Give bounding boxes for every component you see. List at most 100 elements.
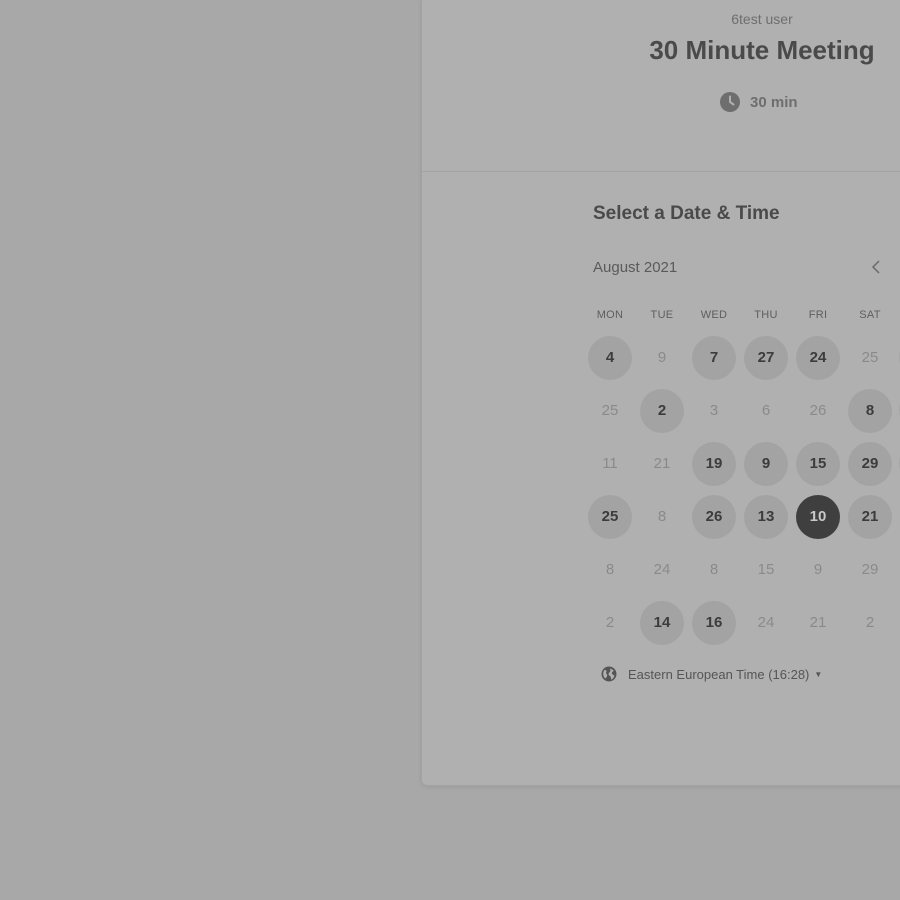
- day-number: 6: [761, 402, 771, 419]
- unavailable-day: 2: [844, 596, 896, 649]
- unavailable-day: 3: [688, 384, 740, 437]
- unavailable-day: 21: [792, 596, 844, 649]
- unavailable-day: 15: [740, 543, 792, 596]
- calendar-week: 8 24 8 15 9 29: [584, 543, 896, 596]
- unavailable-day: 11: [584, 437, 636, 490]
- unavailable-day: 29: [844, 543, 896, 596]
- unavailable-day: 21: [636, 437, 688, 490]
- clock-icon: [720, 92, 740, 112]
- timezone-selector[interactable]: Eastern European Time (16:28) ▼: [601, 664, 822, 684]
- calendar-week: 25 8 26 13 10 21: [584, 490, 896, 543]
- day-number: 9: [744, 441, 788, 486]
- unavailable-day: 6: [740, 384, 792, 437]
- calendar-grid: 4 9 7 27 24 25 25 2 3 6 26 8 11 21 19 9 15 29 25 8 26 13 10 21 8…: [584, 331, 900, 649]
- day-number: 26: [692, 494, 736, 539]
- day-number: 7: [692, 335, 736, 380]
- weekday-tue: TUE: [650, 309, 674, 321]
- day-number: 24: [757, 614, 775, 631]
- available-day[interactable]: 8: [844, 384, 896, 437]
- weekday-sat: SAT: [859, 309, 881, 321]
- current-month: August 2021: [593, 259, 678, 276]
- available-day[interactable]: 24: [792, 331, 844, 384]
- day-number: 24: [653, 561, 671, 578]
- day-number: 9: [657, 349, 667, 366]
- unavailable-day: 8: [584, 543, 636, 596]
- available-day[interactable]: 27: [740, 331, 792, 384]
- day-number: 13: [744, 494, 788, 539]
- duration-label: 30 min: [750, 93, 798, 111]
- calendar-week: 4 9 7 27 24 25: [584, 331, 900, 384]
- available-day[interactable]: 4: [584, 331, 636, 384]
- day-number: 19: [692, 441, 736, 486]
- host-name: 6test user: [731, 11, 793, 27]
- globe-icon: [601, 666, 617, 682]
- available-day[interactable]: 16: [688, 596, 740, 649]
- day-number: 8: [605, 561, 615, 578]
- day-number: 21: [848, 494, 892, 539]
- available-day[interactable]: 9: [740, 437, 792, 490]
- day-number: 29: [861, 561, 879, 578]
- unavailable-day: 9: [636, 331, 688, 384]
- unavailable-day: 8: [636, 490, 688, 543]
- weekday-mon: MON: [596, 309, 624, 321]
- booking-card: 6test user 30 Minute Meeting 30 min Sele…: [421, 0, 900, 786]
- available-day[interactable]: 19: [688, 437, 740, 490]
- available-day[interactable]: 15: [792, 437, 844, 490]
- day-number: 27: [744, 335, 788, 380]
- day-number: 3: [709, 402, 719, 419]
- unavailable-day: 24: [636, 543, 688, 596]
- unavailable-day: 8: [688, 543, 740, 596]
- day-number: 24: [796, 335, 840, 380]
- day-number: 25: [601, 402, 619, 419]
- unavailable-day: 24: [740, 596, 792, 649]
- unavailable-day: 25: [584, 384, 636, 437]
- previous-month-button[interactable]: [866, 257, 886, 277]
- available-day[interactable]: 13: [740, 490, 792, 543]
- calendar-week: 2 14 16 24 21 2: [584, 596, 896, 649]
- weekday-header: MON TUE WED THU FRI SAT: [584, 309, 896, 321]
- unavailable-day: 9: [792, 543, 844, 596]
- unavailable-day: 25: [844, 331, 896, 384]
- day-number: 15: [796, 441, 840, 486]
- day-number: 2: [640, 388, 684, 433]
- available-day[interactable]: 25: [584, 490, 636, 543]
- available-day[interactable]: 21: [844, 490, 896, 543]
- unavailable-day: 26: [792, 384, 844, 437]
- day-number: 16: [692, 600, 736, 645]
- selected-day[interactable]: 10: [792, 490, 844, 543]
- available-day[interactable]: 7: [688, 331, 740, 384]
- day-number: 14: [640, 600, 684, 645]
- day-number: 2: [865, 614, 875, 631]
- day-number: 21: [653, 455, 671, 472]
- day-number: 8: [709, 561, 719, 578]
- calendar-week: 25 2 3 6 26 8: [584, 384, 900, 437]
- day-number: 25: [588, 494, 632, 539]
- day-number: 4: [588, 335, 632, 380]
- select-date-heading: Select a Date & Time: [593, 203, 780, 224]
- caret-down-icon: ▼: [814, 669, 823, 679]
- day-number: 21: [809, 614, 827, 631]
- event-title: 30 Minute Meeting: [649, 35, 875, 65]
- day-number: 26: [809, 402, 827, 419]
- weekday-wed: WED: [700, 309, 728, 321]
- day-number: 2: [605, 614, 615, 631]
- weekday-fri: FRI: [808, 309, 828, 321]
- timezone-label: Eastern European Time (16:28): [628, 666, 810, 682]
- duration-row: 30 min: [720, 91, 798, 113]
- day-number: 9: [813, 561, 823, 578]
- calendar-week: 11 21 19 9 15 29: [584, 437, 900, 490]
- day-number: 29: [848, 441, 892, 486]
- chevron-left-icon: [871, 260, 880, 274]
- unavailable-day: 2: [584, 596, 636, 649]
- day-number: 25: [861, 349, 879, 366]
- day-number: 8: [848, 388, 892, 433]
- available-day[interactable]: 2: [636, 384, 688, 437]
- day-number: 10: [796, 494, 840, 539]
- day-number: 11: [602, 455, 618, 472]
- day-number: 8: [657, 508, 667, 525]
- weekday-thu: THU: [754, 309, 778, 321]
- event-header: 6test user 30 Minute Meeting 30 min: [422, 0, 900, 172]
- available-day[interactable]: 26: [688, 490, 740, 543]
- available-day[interactable]: 14: [636, 596, 688, 649]
- available-day[interactable]: 29: [844, 437, 896, 490]
